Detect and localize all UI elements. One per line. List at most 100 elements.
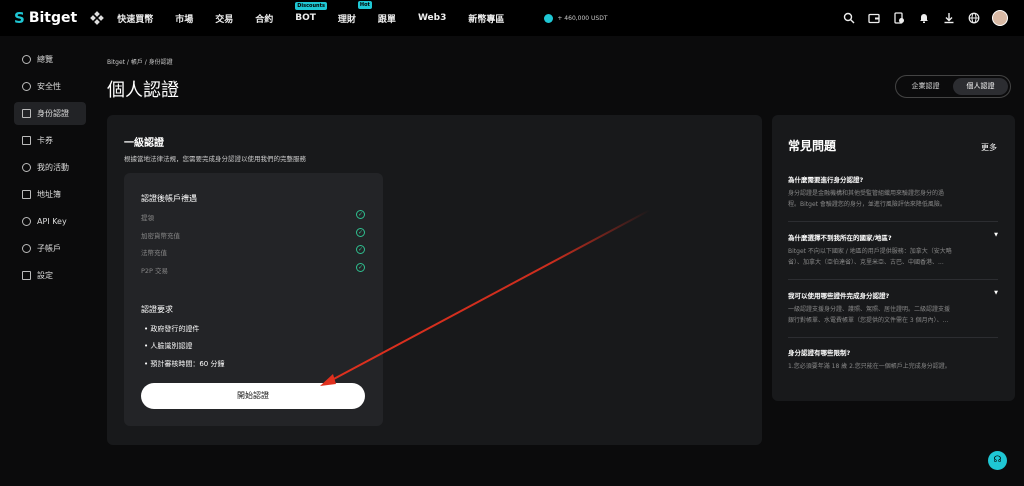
caret-down-icon: ▼	[994, 232, 998, 238]
sidebar-item-label: 身份認證	[37, 109, 69, 118]
level-title: 一級認證	[124, 138, 164, 149]
faq-question: 為什麼需要進行身分認證?	[788, 176, 864, 184]
faq-question: 身分認證有哪些限制?	[788, 349, 851, 357]
divider	[788, 279, 998, 280]
nav-trade[interactable]: 交易	[215, 12, 233, 25]
logo-text: Bitget	[28, 10, 78, 26]
faq-answer: 身分認證是金融機構和其他受監管組織用來驗證您身分的過	[788, 190, 945, 197]
settings-icon	[22, 271, 31, 280]
sidebar-item-coupons[interactable]: 卡券	[14, 129, 86, 152]
benefit-item: 法幣充值 ✓	[141, 245, 365, 257]
level-1-card: 一級認證 根據當地法律法規，您需要完成身分認證以使用我們的完整服務 認證後帳戶禮…	[107, 115, 762, 445]
benefit-item: P2P 交易 ✓	[141, 263, 365, 275]
tab-personal[interactable]: 個人認證	[953, 78, 1008, 95]
benefits-panel: 認證後帳戶禮遇 提領 ✓ 加密貨幣充值 ✓ 法幣充值 ✓ P2P 交易 ✓ 認證要求 •…	[124, 173, 383, 426]
promo-banner[interactable]: + 460,000 USDT	[544, 13, 608, 23]
benefit-item: 提領 ✓	[141, 210, 365, 222]
faq-answer: 一級認證支援身分證、護照、駕照、居住證明。二級認證支援	[788, 306, 951, 313]
page-title: 個人認證	[107, 80, 179, 101]
overview-icon	[22, 55, 31, 64]
faq-question: 為什麼選擇不到我所在的國家/地區? ▼	[788, 232, 998, 242]
nav-earn[interactable]: Hot 理財	[338, 0, 372, 25]
check-icon: ✓	[356, 245, 365, 254]
logo-mark-icon: S	[14, 9, 25, 27]
faq-answer: 1.您必須要年滿 18 歲 2.您只能在一個帳戶上完成身分認證。	[788, 363, 951, 370]
apps-grid-icon[interactable]	[90, 11, 105, 25]
requirement-item: • 政府發行的證件	[144, 325, 200, 333]
orders-icon[interactable]	[893, 12, 905, 24]
nav-web3[interactable]: Web3	[418, 13, 446, 23]
sidebar-item-label: 卡券	[37, 136, 53, 145]
faq-title: 常見問題	[788, 139, 837, 153]
download-icon[interactable]	[943, 12, 955, 24]
bitget-logo[interactable]: S Bitget	[14, 9, 77, 27]
sidebar-item-label: 安全性	[37, 82, 61, 91]
id-card-icon	[22, 109, 31, 118]
check-icon: ✓	[356, 263, 365, 272]
caret-down-icon: ▼	[994, 290, 998, 296]
sidebar-item-settings[interactable]: 設定	[14, 264, 86, 287]
sub-account-icon	[22, 244, 31, 253]
faq-answer: Bitget 不向以下國家 / 地區的用戶提供服務：加拿大（安大略	[788, 248, 952, 255]
nav-bot[interactable]: Discounts BOT	[295, 2, 327, 23]
nav-quick-buy[interactable]: 快速買幣	[117, 12, 153, 25]
faq-answer: 省）、加拿大（亞伯達省）、克里米亞、古巴、中國香港、...	[788, 259, 944, 266]
requirement-item: • 預計審核時間：60 分鐘	[144, 360, 225, 368]
sidebar-item-identity[interactable]: 身份認證	[14, 102, 86, 125]
globe-icon[interactable]	[968, 12, 980, 24]
top-nav: S Bitget 快速買幣 市場 交易 合約 Discounts BOT Hot 理…	[0, 0, 1024, 36]
faq-more-link[interactable]: 更多	[981, 142, 997, 153]
nav-new-listings[interactable]: 新幣專區	[468, 12, 504, 25]
trophy-icon	[22, 163, 31, 172]
sidebar-item-address-book[interactable]: 地址簿	[14, 183, 86, 206]
coupon-icon	[22, 136, 31, 145]
faq-question: 我可以使用哪些證件完成身分認證? ▼	[788, 290, 998, 300]
divider	[788, 221, 998, 222]
sidebar: 總覽 安全性 身份認證 卡券 我的活動 地址簿 API Key 子帳戶 設定	[0, 36, 96, 486]
gift-icon	[544, 13, 554, 23]
sidebar-item-activities[interactable]: 我的活動	[14, 156, 86, 179]
faq-panel: 常見問題 更多 為什麼需要進行身分認證? 身分認證是金融機構和其他受監管組織用來…	[772, 115, 1015, 401]
sidebar-item-overview[interactable]: 總覽	[14, 48, 86, 71]
faq-answer: 程。Bitget 會驗證您的身分，並進行風險評估來降低風險。	[788, 201, 946, 208]
nav-futures[interactable]: 合約	[255, 12, 273, 25]
sidebar-item-label: 地址簿	[37, 190, 61, 199]
sidebar-item-api-key[interactable]: API Key	[14, 210, 86, 233]
key-icon	[22, 217, 31, 226]
sidebar-item-label: API Key	[37, 217, 67, 226]
sidebar-item-label: 子帳戶	[37, 244, 61, 253]
faq-item[interactable]: 為什麼需要進行身分認證? 身分認證是金融機構和其他受監管組織用來驗證您身分的過 …	[788, 174, 998, 210]
faq-item[interactable]: 我可以使用哪些證件完成身分認證? ▼ 一級認證支援身分證、護照、駕照、居住證明。二…	[788, 290, 998, 326]
faq-answer: 銀行對帳單、水電費帳單（您提供的文件需在 3 個月內）、...	[788, 317, 949, 324]
requirement-item: • 人臉識別認證	[144, 342, 193, 350]
faq-item[interactable]: 為什麼選擇不到我所在的國家/地區? ▼ Bitget 不向以下國家 / 地區的用戶…	[788, 232, 998, 268]
faq-item[interactable]: 身分認證有哪些限制? 1.您必須要年滿 18 歲 2.您只能在一個帳戶上完成身分…	[788, 347, 998, 372]
level-subtitle: 根據當地法律法規，您需要完成身分認證以使用我們的完整服務	[124, 155, 306, 163]
sidebar-item-label: 總覽	[37, 55, 53, 64]
avatar[interactable]	[992, 10, 1008, 26]
divider	[788, 337, 998, 338]
address-book-icon	[22, 190, 31, 199]
requirements-title: 認證要求	[141, 305, 173, 314]
nav-markets[interactable]: 市場	[175, 12, 193, 25]
wallet-icon[interactable]	[868, 12, 880, 24]
support-chat-icon[interactable]: ☊	[988, 451, 1007, 470]
main-nav: 快速買幣 市場 交易 合約 Discounts BOT Hot 理財 跟單 Web3…	[117, 0, 526, 25]
nav-copy-trade[interactable]: 跟單	[378, 12, 396, 25]
breadcrumb: Bitget / 帳戶 / 身份認證	[107, 59, 173, 66]
benefit-item: 加密貨幣充值 ✓	[141, 228, 365, 240]
hot-badge: Hot	[357, 0, 372, 9]
search-icon[interactable]	[843, 12, 855, 24]
benefits-title: 認證後帳戶禮遇	[141, 194, 197, 203]
tab-business[interactable]: 企業認證	[898, 78, 953, 95]
bell-icon[interactable]	[918, 12, 930, 24]
start-verification-button[interactable]: 開始認證	[141, 383, 365, 409]
sidebar-item-security[interactable]: 安全性	[14, 75, 86, 98]
discounts-badge: Discounts	[295, 2, 327, 10]
check-icon: ✓	[356, 210, 365, 219]
sidebar-item-label: 我的活動	[37, 163, 69, 172]
promo-text: + 460,000 USDT	[557, 14, 608, 22]
shield-icon	[22, 82, 31, 91]
sidebar-item-sub-accounts[interactable]: 子帳戶	[14, 237, 86, 260]
sidebar-item-label: 設定	[37, 271, 53, 280]
